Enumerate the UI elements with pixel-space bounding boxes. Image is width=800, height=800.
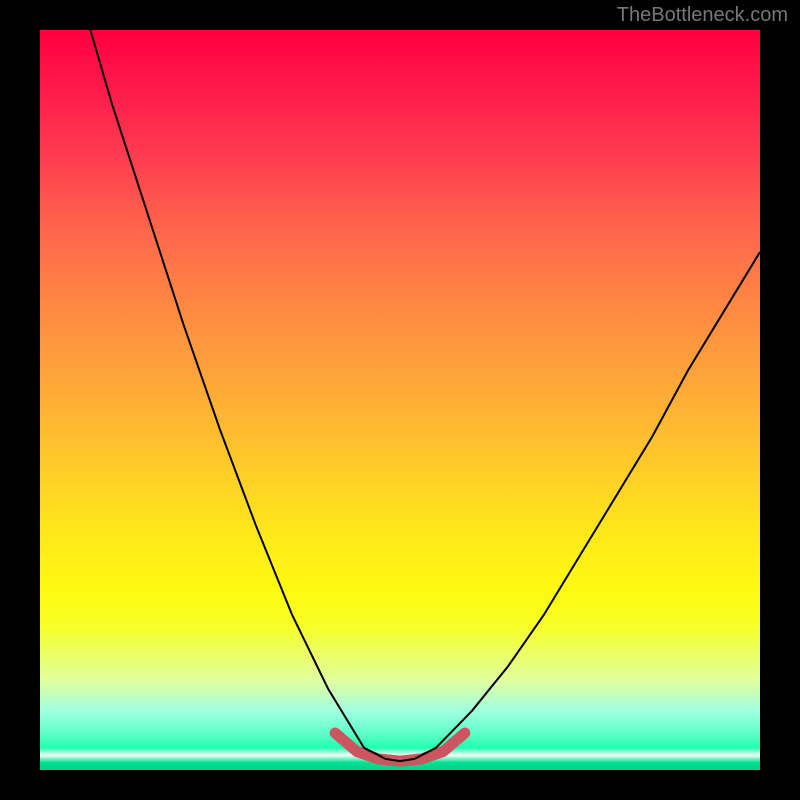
right-curve-path (436, 252, 760, 748)
watermark-text: TheBottleneck.com (617, 4, 788, 27)
plot-area (40, 30, 760, 770)
left-curve-path (90, 30, 364, 748)
chart-container: TheBottleneck.com (0, 0, 800, 800)
chart-svg (40, 30, 760, 770)
